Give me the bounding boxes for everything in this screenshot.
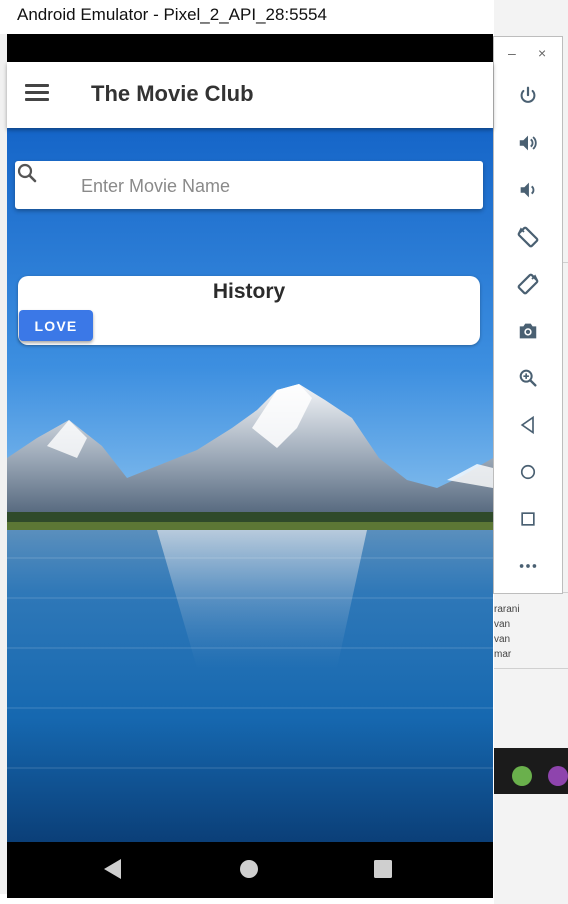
home-icon[interactable] [515,459,541,485]
status-bar [7,34,493,62]
close-button[interactable]: × [538,45,546,61]
menu-icon[interactable] [25,84,49,104]
rotate-right-icon[interactable] [515,271,541,297]
desktop-text: van [494,619,511,630]
desktop-text: mar [494,649,512,660]
app-bar: The Movie Club [7,62,493,128]
app-title: The Movie Club [91,81,254,106]
power-icon[interactable] [515,83,541,109]
volume-down-icon[interactable] [515,177,541,203]
history-card: History LOVE [18,276,480,345]
zoom-icon[interactable] [515,365,541,391]
emulator-toolbar: – × [493,36,563,594]
window-title: Android Emulator - Pixel_2_API_28:5554 [0,0,494,34]
more-icon[interactable] [515,553,541,579]
navigation-bar [7,842,493,898]
volume-up-icon[interactable] [515,130,541,156]
nav-home-icon[interactable] [239,858,259,880]
card-title: History [212,280,286,303]
desktop-text: rarani [494,604,520,615]
search-input[interactable] [79,169,473,203]
emulator-window: Android Emulator - Pixel_2_API_28:5554 T… [0,0,494,904]
desktop-text: van [494,634,511,645]
device-screen: The Movie Club Enter Movie Name History … [7,34,493,898]
overview-icon[interactable] [515,506,541,532]
back-icon[interactable] [515,412,541,438]
background-image: History LOVE [7,128,493,842]
camera-icon[interactable] [515,318,541,344]
minimize-button[interactable]: – [508,45,516,61]
nav-recent-icon[interactable] [373,858,393,880]
app-icon[interactable] [548,766,568,786]
search-bar [15,161,483,209]
nav-back-icon[interactable] [103,858,123,880]
love-button[interactable]: LOVE [19,310,93,341]
lake-mountain-image [7,128,493,842]
search-icon [17,163,37,183]
rotate-left-icon[interactable] [515,224,541,250]
window-left-edge [0,34,7,894]
android-studio-icon[interactable] [512,766,532,786]
